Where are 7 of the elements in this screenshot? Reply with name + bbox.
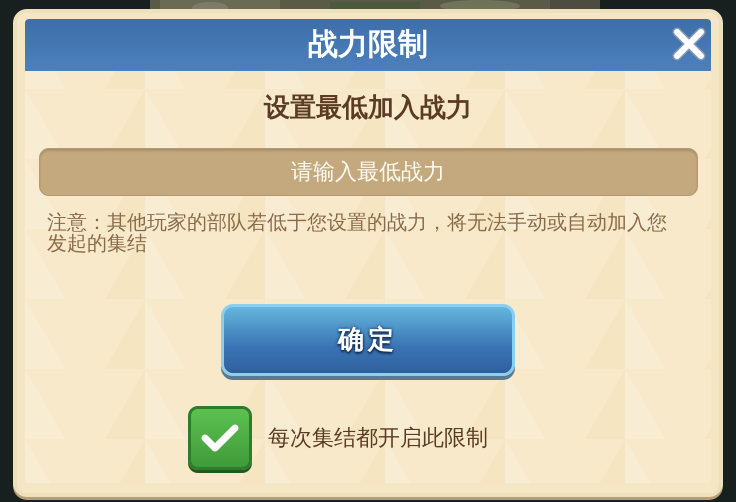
input-field[interactable]: 请输入最低战力	[38, 148, 698, 196]
check-icon	[200, 422, 240, 454]
checkbox[interactable]	[188, 406, 252, 470]
subtitle: 设置最低加入战力	[262, 92, 473, 125]
note-text: 注意：其他玩家的部队若低于您设置的战力，将无法手动或自动加入您发起的集结	[46, 209, 668, 254]
dialog-title: 战力限制	[308, 26, 428, 64]
checkbox-label: 每次集结都开启此限制	[268, 424, 488, 452]
